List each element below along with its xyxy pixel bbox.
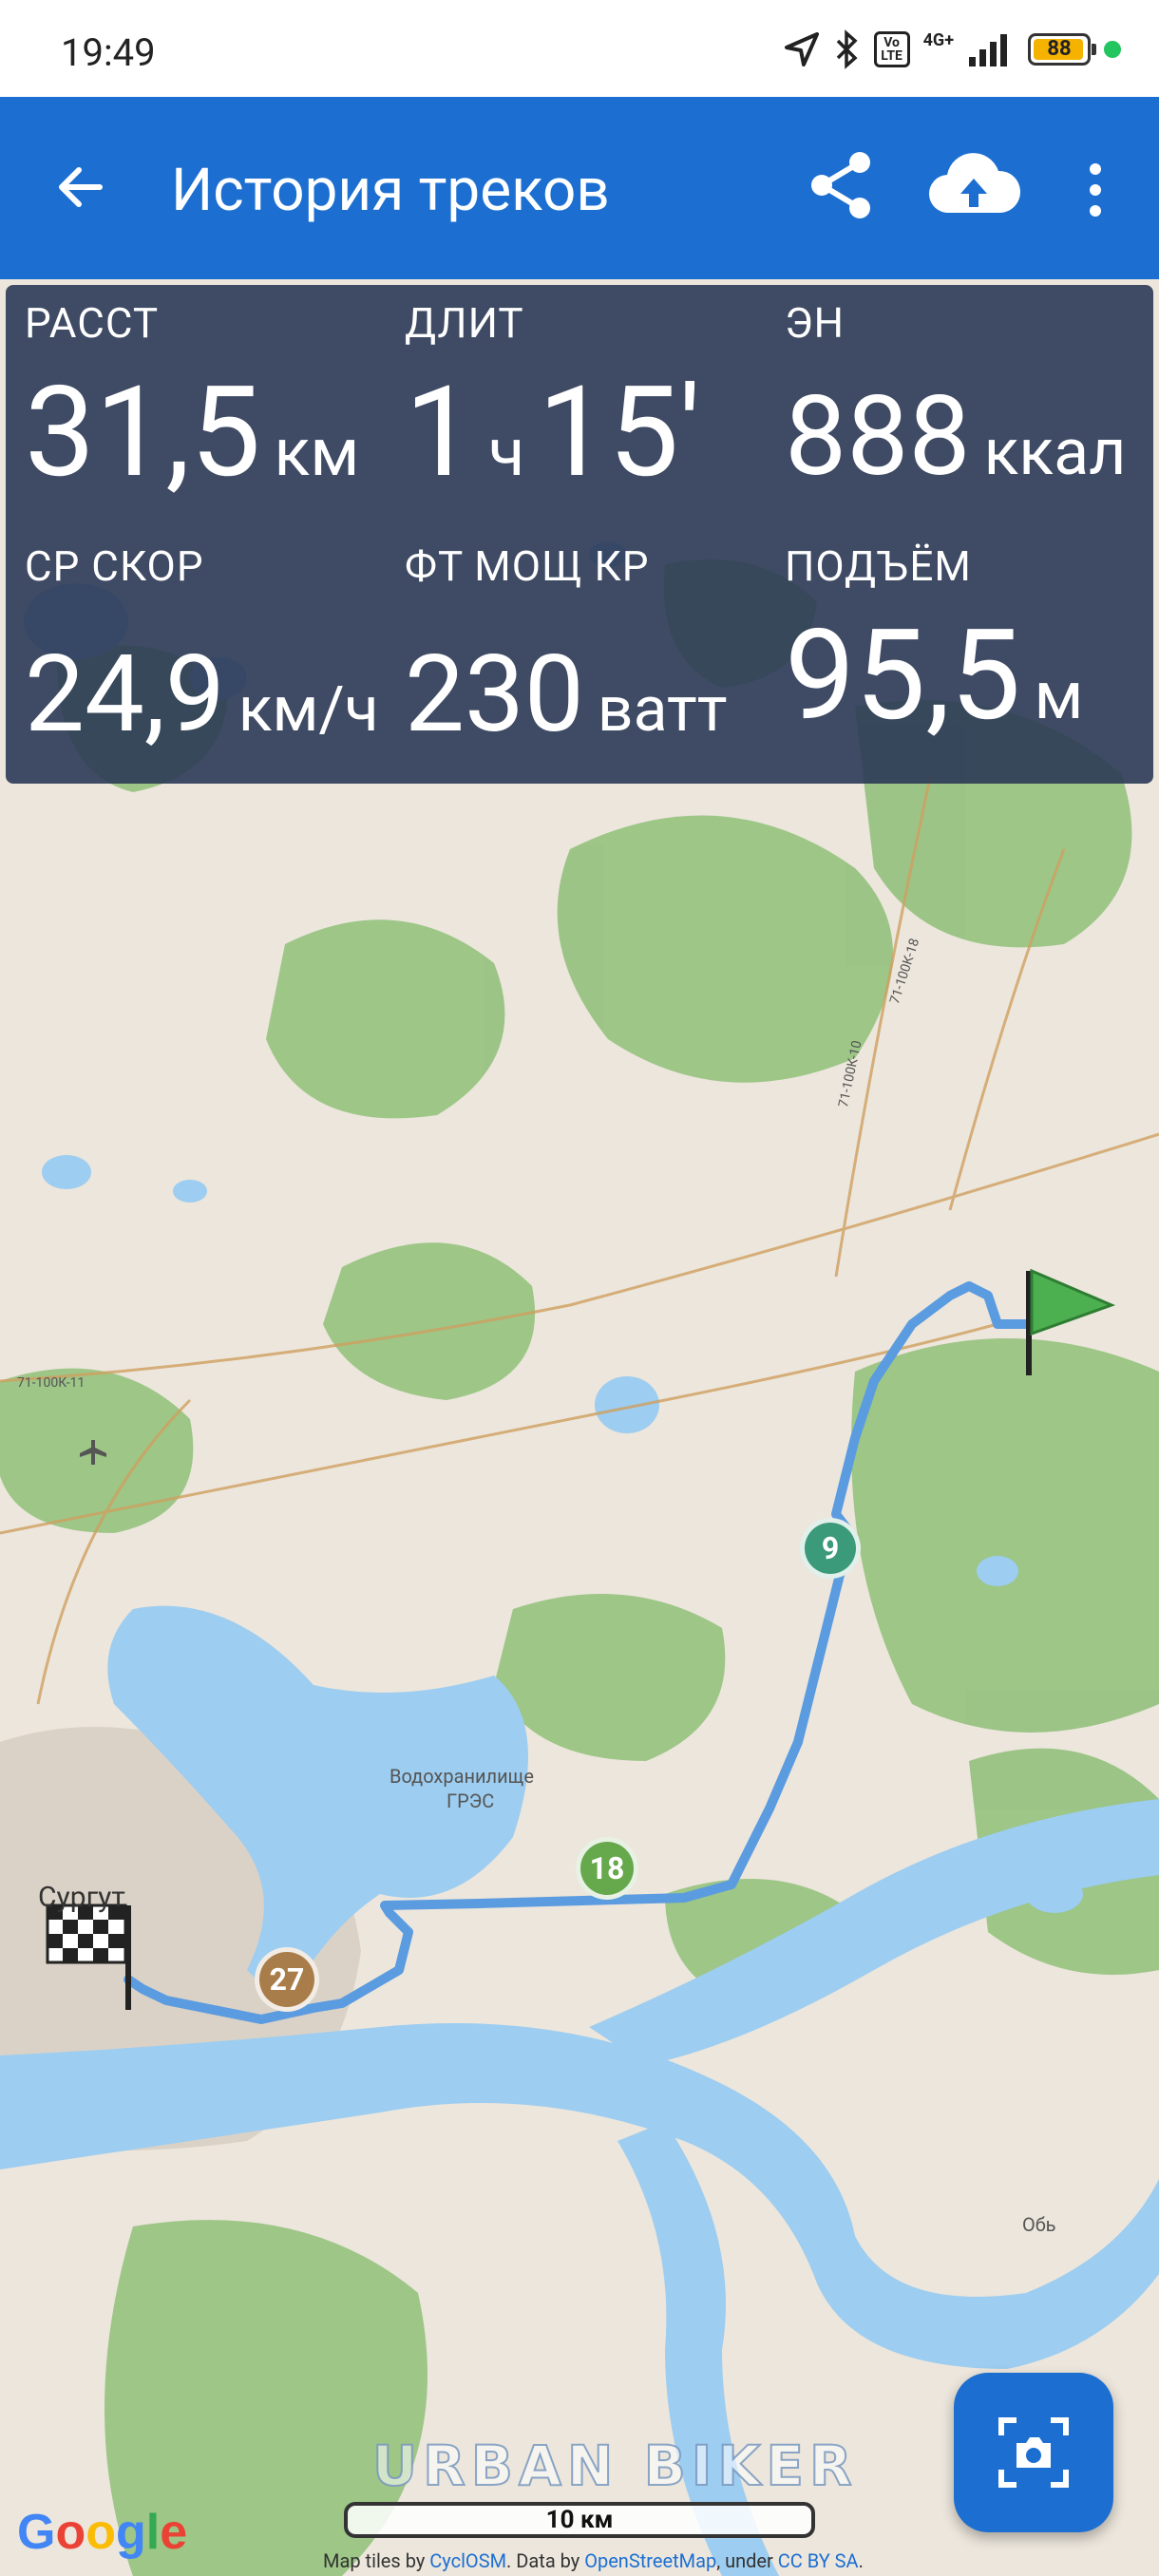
stat-label: ДЛИТ: [405, 298, 524, 348]
reservoir-label-2: ГРЭС: [446, 1790, 495, 1812]
status-time: 19:49: [61, 30, 156, 75]
stat-energy: ЭН 888 ккал: [785, 298, 1159, 492]
stat-distance: РАССТ 31,5 км: [25, 298, 405, 496]
stat-power: ФТ МОЩ КР 230 ватт: [405, 541, 785, 750]
stat-unit: км/ч: [238, 673, 379, 747]
status-icons: Vo LTE 4G+ 88: [783, 25, 1121, 74]
cyclosm-link[interactable]: CyclOSM: [429, 2549, 506, 2572]
screenshot-button[interactable]: [954, 2373, 1113, 2532]
stat-label: ЭН: [785, 298, 846, 348]
back-button[interactable]: [48, 154, 114, 220]
stat-unit: м: [1034, 657, 1084, 735]
location-icon: [784, 32, 819, 66]
stat-unit: ватт: [597, 673, 728, 747]
back-arrow-icon: [59, 167, 103, 207]
map-scale-bar: 10 км: [344, 2502, 815, 2538]
volte-icon: Vo LTE: [873, 31, 910, 67]
river-label: Обь: [1022, 2213, 1056, 2236]
stat-label: СР СКОР: [25, 541, 204, 591]
city-label: Сургут: [38, 1881, 125, 1914]
share-icon: [811, 152, 870, 218]
license-link[interactable]: CC BY SA: [778, 2549, 859, 2572]
stat-unit: км: [274, 414, 360, 492]
battery-icon: 88: [1028, 33, 1096, 66]
cloud-upload-button[interactable]: [922, 142, 1026, 228]
status-bar: 19:49 Vo LTE 4G+ 88: [0, 0, 1159, 97]
share-button[interactable]: [798, 142, 884, 228]
more-options-button[interactable]: [1072, 152, 1119, 228]
stat-value: 24,9: [25, 633, 225, 757]
stat-value: 1: [405, 360, 476, 506]
page-title: История треков: [171, 156, 610, 225]
bluetooth-icon: [836, 29, 858, 69]
network-type: 4G+: [922, 29, 954, 50]
stat-avg-speed: СР СКОР 24,9 км/ч: [25, 541, 405, 750]
route-marker-27[interactable]: 27: [255, 1947, 319, 2012]
stat-value: 95,5: [785, 603, 1021, 749]
stat-label: ПОДЪЁМ: [785, 541, 972, 591]
screenshot-camera-icon: [998, 2417, 1069, 2488]
stat-value: 31,5: [25, 360, 261, 506]
privacy-indicator-dot: [1104, 41, 1121, 58]
map-attribution: Map tiles by CyclOSM. Data by OpenStreet…: [323, 2549, 864, 2572]
track-stats-panel: РАССТ 31,5 км ДЛИТ 1 ч 15' ЭН 888 ккал СР СК…: [6, 285, 1153, 784]
route-marker-18[interactable]: 18: [576, 1837, 638, 1900]
openstreetmap-link[interactable]: OpenStreetMap: [584, 2549, 716, 2572]
stat-unit: ккал: [983, 414, 1127, 490]
battery-level: 88: [1047, 37, 1072, 61]
google-logo: Google: [17, 2505, 188, 2560]
signal-icon: [969, 34, 1007, 66]
cloud-upload-icon: [928, 153, 1021, 214]
road-label-1: 71-100К-11: [17, 1375, 86, 1391]
stat-value: 888: [785, 372, 971, 502]
reservoir-label-1: Водохранилище: [390, 1765, 534, 1788]
stat-label: РАССТ: [25, 298, 160, 348]
stat-label: ФТ МОЩ КР: [405, 541, 650, 591]
urban-biker-watermark: URBAN BIKER: [371, 2433, 858, 2499]
stat-duration: ДЛИТ 1 ч 15': [405, 298, 785, 496]
more-vert-icon: [1090, 163, 1101, 217]
stat-unit: ч: [488, 414, 525, 492]
stat-value-minutes: 15': [538, 360, 701, 506]
app-bar: История треков: [0, 97, 1159, 279]
stat-elevation: ПОДЪЁМ 95,5 м: [785, 541, 1159, 739]
route-marker-9[interactable]: 9: [800, 1518, 861, 1579]
stat-value: 230: [405, 633, 584, 757]
